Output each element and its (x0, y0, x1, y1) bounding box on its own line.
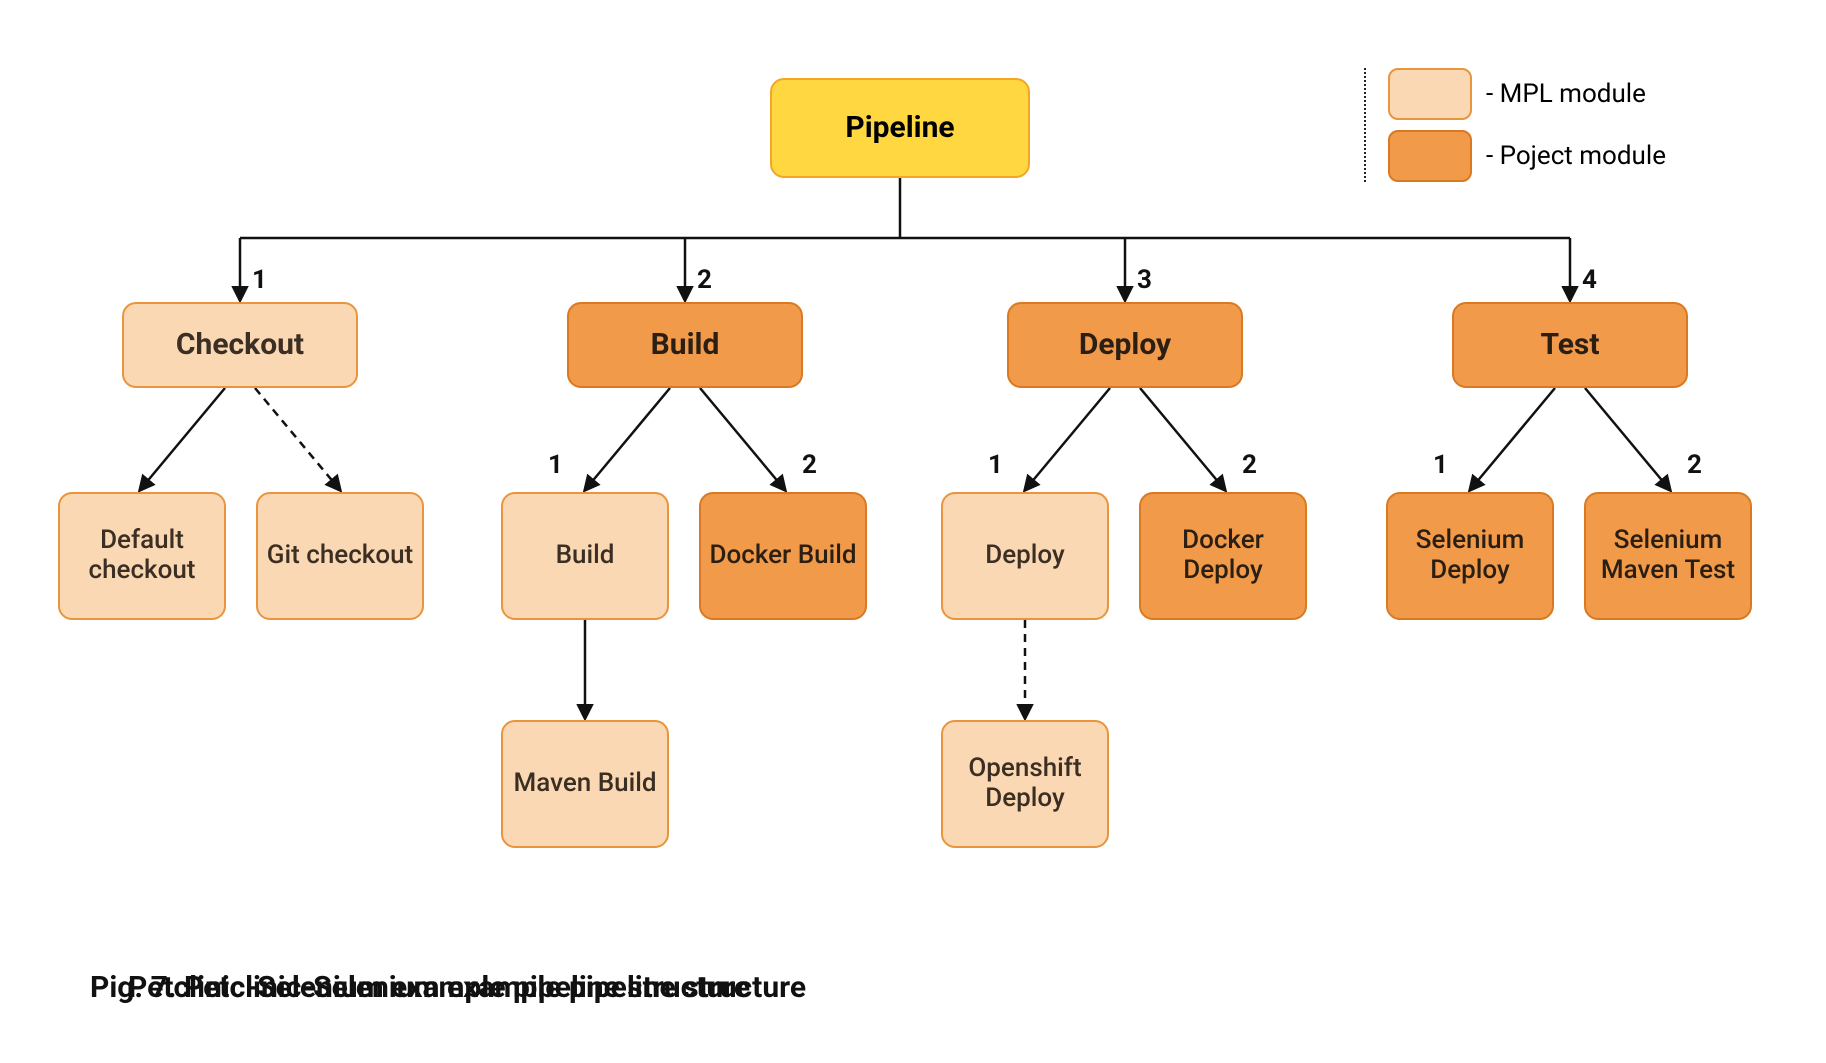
legend: - MPL module - Poject module (1364, 68, 1666, 182)
build-child-order-2: 2 (802, 450, 817, 480)
node-selenium-maven-test: Selenium Maven Test (1584, 492, 1752, 620)
legend-label-project: - Poject module (1486, 130, 1666, 182)
deploy-child-order-1: 1 (988, 450, 1003, 480)
stage-order-1: 1 (252, 265, 267, 295)
node-selenium-deploy: Selenium Deploy (1386, 492, 1554, 620)
test-child-order-2: 2 (1687, 450, 1702, 480)
node-docker-deploy: Docker Deploy (1139, 492, 1307, 620)
node-default-checkout: Default checkout (58, 492, 226, 620)
stage-order-2: 2 (697, 265, 712, 295)
stage-order-3: 3 (1137, 265, 1152, 295)
stage-test: Test (1452, 302, 1688, 388)
stage-order-4: 4 (1582, 265, 1597, 295)
stage-build: Build (567, 302, 803, 388)
node-openshift-deploy: Openshift Deploy (941, 720, 1109, 848)
stage-checkout: Checkout (122, 302, 358, 388)
pipeline-diagram: Pipeline 1 2 3 4 Checkout Build Deploy T… (0, 0, 1826, 1063)
node-git-checkout: Git checkout (256, 492, 424, 620)
legend-divider (1364, 68, 1366, 182)
node-deploy: Deploy (941, 492, 1109, 620)
legend-swatch-mpl (1388, 68, 1472, 120)
deploy-child-order-2: 2 (1242, 450, 1257, 480)
test-child-order-1: 1 (1433, 450, 1448, 480)
legend-swatch-project (1388, 130, 1472, 182)
pipeline-root: Pipeline (770, 78, 1030, 178)
build-child-order-1: 1 (548, 450, 563, 480)
node-maven-build: Maven Build (501, 720, 669, 848)
stage-deploy: Deploy (1007, 302, 1243, 388)
node-build: Build (501, 492, 669, 620)
node-docker-build: Docker Build (699, 492, 867, 620)
legend-label-mpl: - MPL module (1486, 68, 1666, 120)
figure-caption-b: Petclinic-Selenium example pipeline stru… (128, 970, 750, 1005)
